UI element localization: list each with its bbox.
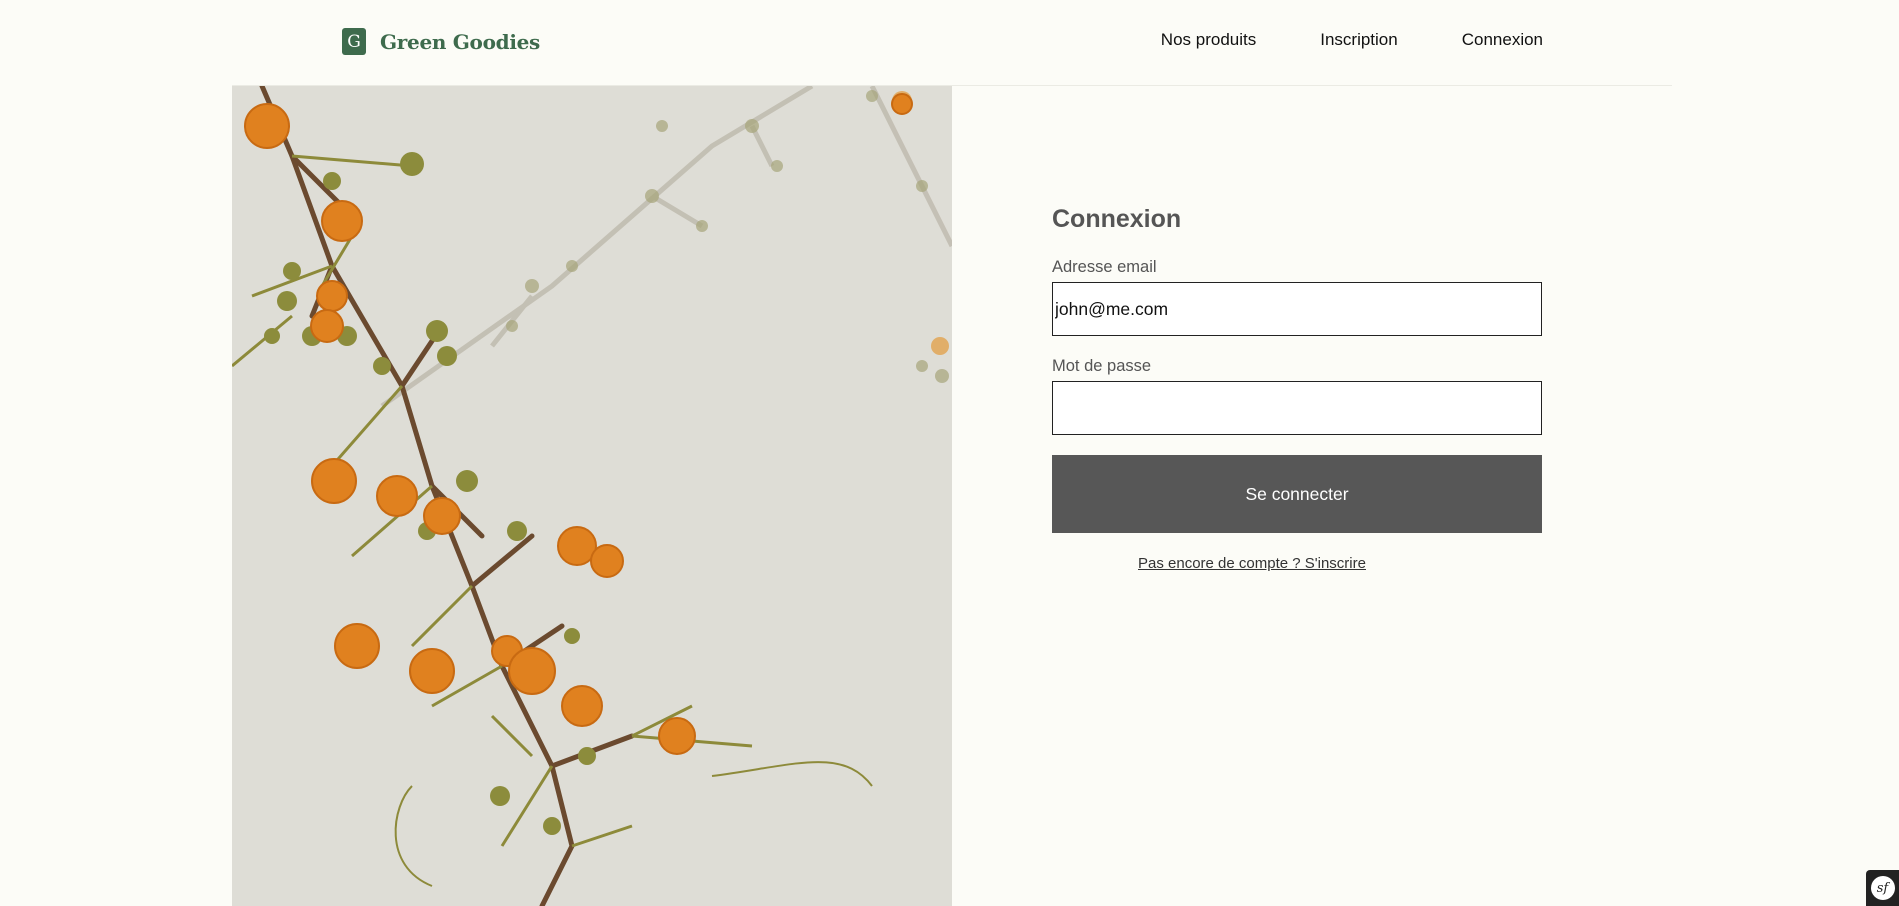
hero-image [232,86,952,906]
password-field-group: Mot de passe [1052,355,1542,435]
signup-link[interactable]: Pas encore de compte ? S'inscrire [1052,555,1452,572]
mimosa-branch-illustration [232,86,952,906]
symfony-icon: sf [1870,876,1895,900]
email-field-group: Adresse email [1052,256,1542,336]
main-nav: Nos produits Inscription Connexion [1161,28,1543,52]
email-label: Adresse email [1052,258,1157,276]
page-title: Connexion [1052,205,1182,233]
nav-link-signup[interactable]: Inscription [1320,28,1397,52]
nav-link-login[interactable]: Connexion [1462,28,1543,52]
brand-name: Green Goodies [380,29,540,54]
brand-logo[interactable]: G Green Goodies [342,28,540,55]
login-button[interactable]: Se connecter [1052,455,1542,533]
login-form: Connexion Adresse email Mot de passe Se … [1052,200,1542,572]
debug-toolbar-toggle[interactable]: sf [1866,870,1899,906]
email-field[interactable] [1052,282,1542,336]
password-label: Mot de passe [1052,357,1152,375]
nav-link-products[interactable]: Nos produits [1161,28,1256,52]
site-header: G Green Goodies Nos produits Inscription… [232,0,1672,86]
logo-icon: G [342,28,366,55]
password-field[interactable] [1052,381,1542,435]
